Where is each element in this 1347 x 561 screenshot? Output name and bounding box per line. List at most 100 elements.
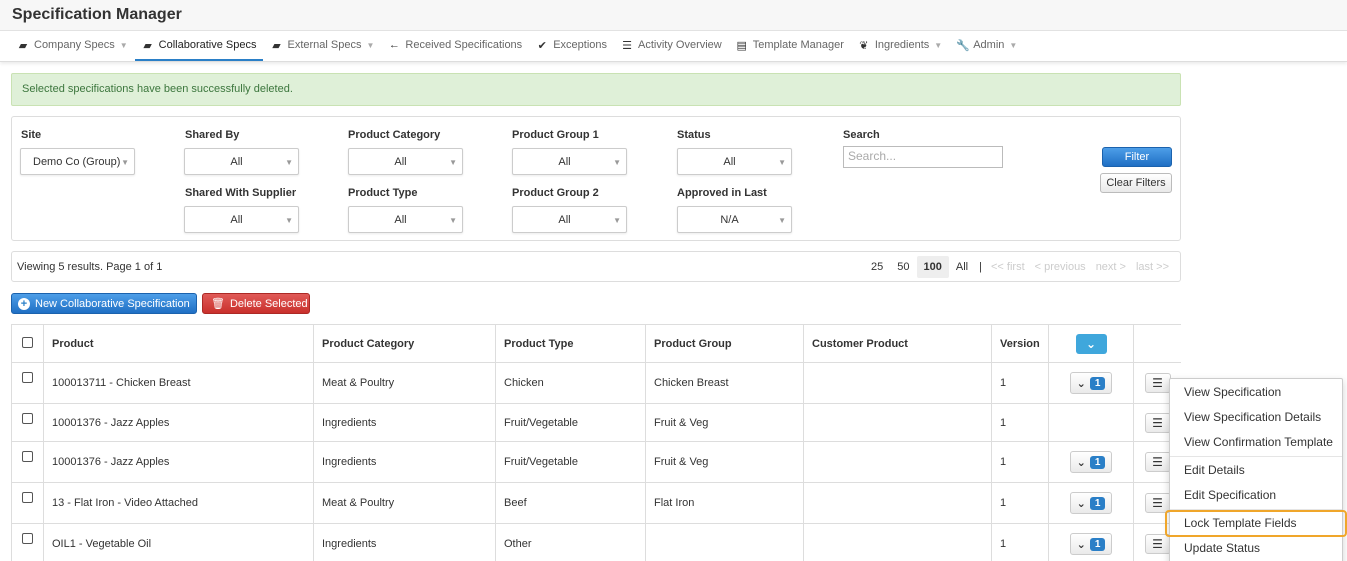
cell-version: 1 xyxy=(991,441,1049,483)
versions-cell: ⌄ 1 xyxy=(1048,482,1134,524)
nav-item-received-specifications[interactable]: ← Received Specifications xyxy=(381,31,529,61)
row-checkbox[interactable] xyxy=(22,492,33,503)
menu-item-view-specification-details[interactable]: View Specification Details xyxy=(1170,405,1342,430)
chevron-down-icon: ▼ xyxy=(613,216,621,225)
row-menu-button[interactable]: ☰ xyxy=(1144,534,1171,554)
menu-item-edit-details[interactable]: Edit Details xyxy=(1170,458,1342,483)
cell-customer-product xyxy=(803,482,992,524)
cell-product-group: Fruit & Veg xyxy=(645,403,804,442)
page-size-50[interactable]: 50 xyxy=(890,256,916,278)
page-size-100[interactable]: 100 xyxy=(916,256,949,278)
previous-page-link[interactable]: < previous xyxy=(1030,256,1091,278)
product-category-select[interactable]: All ▼ xyxy=(348,148,463,175)
row-checkbox[interactable] xyxy=(22,451,33,462)
row-select-cell xyxy=(11,362,44,404)
menu-item-edit-specification[interactable]: Edit Specification xyxy=(1170,483,1342,508)
delete-selected-button[interactable]: 🗑 Delete Selected xyxy=(202,293,310,314)
table-header-row: Product Product Category Product Type Pr… xyxy=(11,324,1181,363)
wrench-icon: 🔧 xyxy=(956,39,970,52)
status-select[interactable]: All ▼ xyxy=(677,148,792,175)
col-version[interactable]: Version xyxy=(991,324,1049,363)
nav-item-label: Activity Overview xyxy=(638,39,722,51)
col-customer-product[interactable]: Customer Product xyxy=(803,324,992,363)
versions-toggle-button[interactable]: ⌄ 1 xyxy=(1070,372,1112,394)
nav-item-label: Admin xyxy=(973,39,1005,51)
expand-all-cell: ⌄ xyxy=(1048,324,1134,363)
row-checkbox[interactable] xyxy=(22,533,33,544)
versions-cell: ⌄ 1 xyxy=(1048,523,1134,561)
plus-circle-icon: + xyxy=(18,297,30,310)
nav-item-external-specs[interactable]: ▰ External Specs ▼ xyxy=(263,31,381,61)
approved-in-last-select[interactable]: N/A ▼ xyxy=(677,206,792,233)
nav-item-ingredients[interactable]: ❦ Ingredients ▼ xyxy=(851,31,949,61)
row-select-cell xyxy=(11,482,44,524)
site-select[interactable]: Demo Co (Group) ▼ xyxy=(20,148,135,175)
row-menu-button[interactable]: ☰ xyxy=(1144,452,1171,472)
shared-by-select[interactable]: All ▼ xyxy=(184,148,299,175)
col-product-group[interactable]: Product Group xyxy=(645,324,804,363)
product-group-2-select[interactable]: All ▼ xyxy=(512,206,627,233)
row-menu-button[interactable]: ☰ xyxy=(1144,493,1171,513)
check-circle-icon: ✔ xyxy=(537,39,547,52)
row-checkbox[interactable] xyxy=(22,413,33,424)
versions-toggle-button[interactable]: ⌄ 1 xyxy=(1070,492,1112,514)
cell-product-type: Fruit/Vegetable xyxy=(495,403,646,442)
versions-cell: ⌄ 1 xyxy=(1048,362,1134,404)
col-product-type[interactable]: Product Type xyxy=(495,324,646,363)
list-icon: ☰ xyxy=(1152,376,1163,390)
chevron-down-icon: ⌄ xyxy=(1076,538,1086,551)
clear-filters-button[interactable]: Clear Filters xyxy=(1100,173,1172,193)
product-type-select[interactable]: All ▼ xyxy=(348,206,463,233)
table-row: 10001376 - Jazz Apples Ingredients Fruit/V… xyxy=(11,441,1181,483)
filter-button[interactable]: Filter xyxy=(1102,147,1172,167)
versions-toggle-button[interactable]: ⌄ 1 xyxy=(1070,533,1112,555)
last-page-link[interactable]: last >> xyxy=(1131,256,1174,278)
search-input[interactable]: Search... xyxy=(843,146,1003,168)
leaf-icon: ❦ xyxy=(859,39,869,52)
list-icon: ☰ xyxy=(622,39,632,52)
nav-item-company-specs[interactable]: ▰ Company Specs ▼ xyxy=(10,31,135,61)
cell-product-group: Flat Iron xyxy=(645,482,804,524)
page-size-all[interactable]: All xyxy=(949,256,975,278)
menu-item-view-confirmation-template[interactable]: View Confirmation Template xyxy=(1170,430,1342,455)
row-checkbox[interactable] xyxy=(22,372,33,383)
col-product-category[interactable]: Product Category xyxy=(313,324,496,363)
menu-item-lock-template-fields[interactable]: Lock Template Fields xyxy=(1165,510,1347,537)
nav-item-activity-overview[interactable]: ☰ Activity Overview xyxy=(614,31,729,61)
versions-toggle-button[interactable]: ⌄ 1 xyxy=(1070,451,1112,473)
nav-item-template-manager[interactable]: ▤ Template Manager xyxy=(729,31,851,61)
pager-separator: | xyxy=(979,261,982,273)
new-collaborative-spec-button[interactable]: + New Collaborative Specification xyxy=(11,293,197,314)
filter-panel: Site Demo Co (Group) ▼ Shared By All ▼ Pro… xyxy=(11,116,1181,241)
product-category-label: Product Category xyxy=(348,129,441,141)
nav-item-admin[interactable]: 🔧 Admin ▼ xyxy=(949,31,1024,61)
page-size-25[interactable]: 25 xyxy=(864,256,890,278)
row-menu-button[interactable]: ☰ xyxy=(1144,412,1171,433)
expand-all-button[interactable]: ⌄ xyxy=(1075,333,1107,354)
menu-item-update-status[interactable]: Update Status xyxy=(1170,536,1342,561)
cell-product: 100013711 - Chicken Breast xyxy=(43,362,314,404)
first-page-link[interactable]: << first xyxy=(986,256,1030,278)
success-alert: Selected specifications have been succes… xyxy=(11,73,1181,106)
chevron-down-icon: ⌄ xyxy=(1076,456,1086,469)
nav-item-label: Exceptions xyxy=(553,39,607,51)
menu-item-view-specification[interactable]: View Specification xyxy=(1170,380,1342,405)
chevron-down-icon: ▼ xyxy=(1009,40,1018,50)
select-all-checkbox[interactable] xyxy=(22,336,33,348)
shared-by-label: Shared By xyxy=(185,129,240,141)
status-label: Status xyxy=(677,129,711,141)
table-row: OIL1 - Vegetable Oil Ingredients Other 1 ⌄ 1 ☰ xyxy=(11,523,1181,561)
status-value: All xyxy=(723,155,736,168)
next-page-link[interactable]: next > xyxy=(1091,256,1131,278)
nav-item-collaborative-specs[interactable]: ▰ Collaborative Specs xyxy=(134,31,264,61)
shared-with-supplier-label: Shared With Supplier xyxy=(185,187,297,199)
shared-with-supplier-select[interactable]: All ▼ xyxy=(184,206,299,233)
nav-item-exceptions[interactable]: ✔ Exceptions xyxy=(529,31,614,61)
product-group-1-select[interactable]: All ▼ xyxy=(512,148,627,175)
row-menu-button[interactable]: ☰ xyxy=(1144,373,1171,393)
nav-item-label: Company Specs xyxy=(34,39,115,51)
product-group-1-label: Product Group 1 xyxy=(512,129,599,141)
cell-version: 1 xyxy=(991,362,1049,404)
chevron-down-icon: ▼ xyxy=(934,40,943,50)
col-product[interactable]: Product xyxy=(43,324,314,363)
